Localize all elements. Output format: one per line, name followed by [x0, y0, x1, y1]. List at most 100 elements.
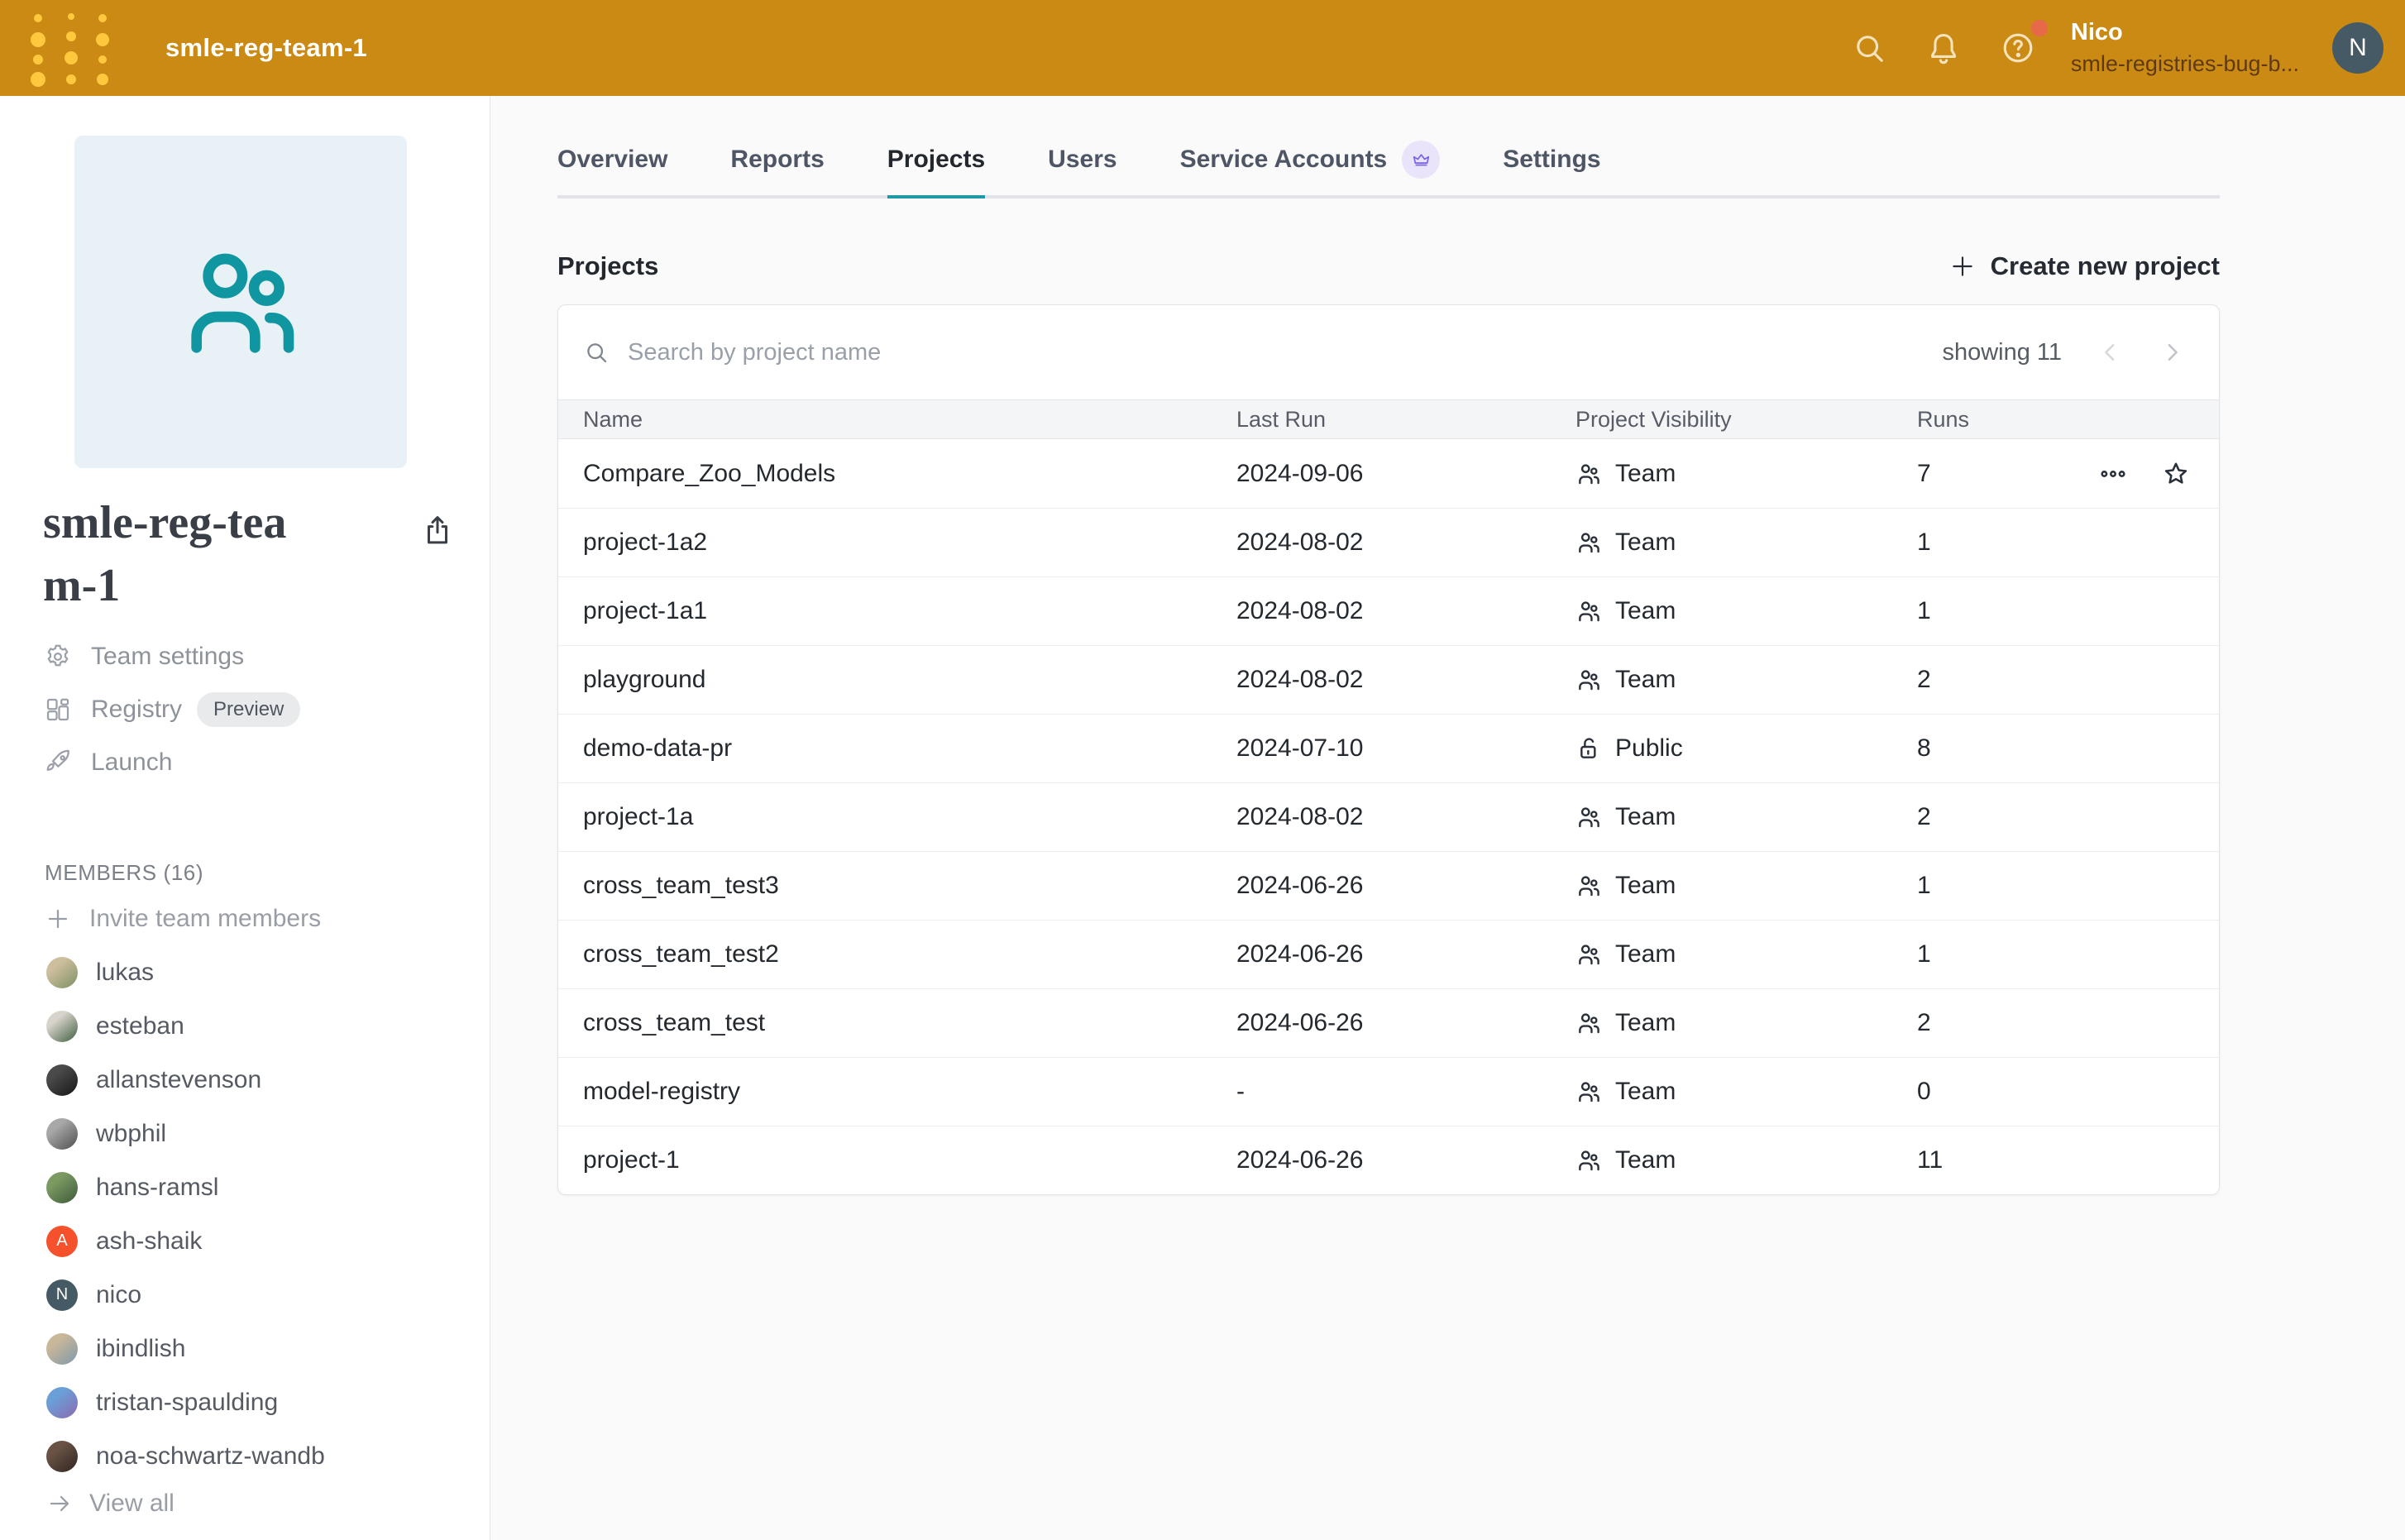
visibility-cell: Team: [1575, 1078, 1917, 1106]
member-row[interactable]: ibindlish: [0, 1322, 490, 1375]
table-row[interactable]: Compare_Zoo_Models 2024-09-06 Team 7: [558, 439, 2219, 508]
member-avatar: [46, 1011, 78, 1042]
column-header-last-run: Last Run: [1236, 407, 1575, 433]
table-row[interactable]: playground 2024-08-02 Team 2: [558, 645, 2219, 714]
team-header: smle-reg-team-1: [43, 491, 455, 617]
table-row[interactable]: cross_team_test 2024-06-26 Team 2: [558, 988, 2219, 1057]
tab-label: Overview: [557, 146, 667, 174]
menu-label: Registry: [91, 696, 182, 724]
plus-icon: [1949, 253, 1976, 280]
invite-team-members-button[interactable]: Invite team members: [45, 892, 490, 945]
search-input[interactable]: [628, 339, 1942, 366]
people-icon: [1575, 804, 1602, 830]
member-name: hans-ramsl: [96, 1174, 218, 1202]
table-row[interactable]: project-1a1 2024-08-02 Team 1: [558, 576, 2219, 645]
member-row[interactable]: tristan-spaulding: [0, 1375, 490, 1429]
visibility-cell: Team: [1575, 460, 1917, 488]
last-run-cell: 2024-06-26: [1236, 1146, 1575, 1174]
team-name: smle-reg-team-1: [43, 491, 324, 617]
search-icon[interactable]: [1851, 30, 1887, 66]
last-run-cell: 2024-07-10: [1236, 734, 1575, 763]
tab-users[interactable]: Users: [1048, 155, 1116, 195]
visibility-cell: Team: [1575, 803, 1917, 831]
share-icon[interactable]: [420, 513, 455, 548]
people-icon: [1575, 1147, 1602, 1174]
last-run-cell: -: [1236, 1078, 1575, 1106]
tab-label: Projects: [887, 146, 985, 174]
tab-projects[interactable]: Projects: [887, 155, 985, 195]
runs-cell: 2: [1917, 803, 2099, 831]
member-row[interactable]: wbphil: [0, 1107, 490, 1160]
pagination: [2098, 340, 2184, 365]
last-run-cell: 2024-08-02: [1236, 666, 1575, 694]
member-row[interactable]: allanstevenson: [0, 1053, 490, 1107]
table-body: Compare_Zoo_Models 2024-09-06 Team 7: [558, 439, 2219, 1194]
user-org: smle-registries-bug-b...: [2071, 50, 2299, 79]
open-lock-icon: [1575, 735, 1602, 762]
member-row[interactable]: lukas: [0, 945, 490, 999]
bell-icon[interactable]: [1925, 30, 1962, 66]
avatar-initial: N: [2349, 34, 2367, 62]
search-icon: [583, 339, 610, 366]
people-icon: [1575, 1078, 1602, 1105]
member-avatar: [46, 1387, 78, 1418]
member-row[interactable]: hans-ramsl: [0, 1160, 490, 1214]
gear-icon: [43, 642, 73, 672]
table-row[interactable]: project-1a 2024-08-02 Team 2: [558, 782, 2219, 851]
tab-settings[interactable]: Settings: [1503, 155, 1600, 195]
user-menu[interactable]: Nico smle-registries-bug-b...: [2071, 17, 2299, 79]
tab-overview[interactable]: Overview: [557, 155, 667, 195]
preview-badge: Preview: [197, 692, 300, 727]
member-name: noa-schwartz-wandb: [96, 1442, 325, 1471]
team-sidebar: smle-reg-team-1 Team settings Registry P…: [0, 96, 490, 1540]
people-icon: [1575, 529, 1602, 556]
table-row[interactable]: model-registry - Team 0: [558, 1057, 2219, 1126]
menu-item-launch[interactable]: Launch: [43, 736, 490, 789]
member-avatar: [46, 1441, 78, 1472]
table-row[interactable]: cross_team_test3 2024-06-26 Team 1: [558, 851, 2219, 920]
runs-cell: 1: [1917, 940, 2099, 968]
project-name-cell: playground: [583, 666, 1236, 694]
member-row[interactable]: A ash-shaik: [0, 1214, 490, 1268]
create-new-project-button[interactable]: Create new project: [1949, 251, 2220, 281]
view-all-members-link[interactable]: View all: [46, 1490, 490, 1518]
last-run-cell: 2024-06-26: [1236, 940, 1575, 968]
wandb-logo-icon[interactable]: [25, 8, 127, 88]
table-row[interactable]: project-1a2 2024-08-02 Team 1: [558, 508, 2219, 576]
star-icon[interactable]: [2162, 460, 2190, 488]
visibility-label: Team: [1615, 872, 1676, 900]
table-row[interactable]: demo-data-pr 2024-07-10 Public 8: [558, 714, 2219, 782]
project-name-cell: Compare_Zoo_Models: [583, 460, 1236, 488]
navbar-actions: Nico smle-registries-bug-b... N: [1813, 17, 2383, 79]
table-row[interactable]: project-1 2024-06-26 Team 11: [558, 1126, 2219, 1194]
project-name-cell: project-1a2: [583, 528, 1236, 557]
team-menu: Team settings Registry Preview Launch: [43, 630, 490, 789]
user-name: Nico: [2071, 17, 2299, 47]
member-row[interactable]: noa-schwartz-wandb: [0, 1429, 490, 1483]
overflow-menu-icon[interactable]: [2099, 460, 2127, 488]
member-list: lukas esteban allanstevenson wbphil hans…: [0, 945, 490, 1483]
project-name-cell: cross_team_test3: [583, 872, 1236, 900]
tab-service-accounts[interactable]: Service Accounts: [1180, 155, 1441, 195]
chevron-left-icon[interactable]: [2098, 340, 2123, 365]
visibility-label: Team: [1615, 460, 1676, 488]
runs-cell: 2: [1917, 666, 2099, 694]
avatar[interactable]: N: [2332, 22, 2383, 74]
arrow-right-icon: [46, 1490, 73, 1517]
chevron-right-icon[interactable]: [2159, 340, 2184, 365]
last-run-cell: 2024-06-26: [1236, 872, 1575, 900]
menu-label: Team settings: [91, 643, 244, 671]
menu-item-registry[interactable]: Registry Preview: [43, 683, 490, 736]
people-icon: [1575, 598, 1602, 624]
member-row[interactable]: esteban: [0, 999, 490, 1053]
project-name-cell: project-1a1: [583, 597, 1236, 625]
tab-reports[interactable]: Reports: [730, 155, 824, 195]
member-row[interactable]: N nico: [0, 1268, 490, 1322]
visibility-cell: Team: [1575, 940, 1917, 968]
visibility-label: Team: [1615, 940, 1676, 968]
menu-item-team-settings[interactable]: Team settings: [43, 630, 490, 683]
member-avatar: [46, 1333, 78, 1365]
help-icon[interactable]: [2000, 30, 2036, 66]
member-avatar: A: [46, 1226, 78, 1257]
table-row[interactable]: cross_team_test2 2024-06-26 Team 1: [558, 920, 2219, 988]
